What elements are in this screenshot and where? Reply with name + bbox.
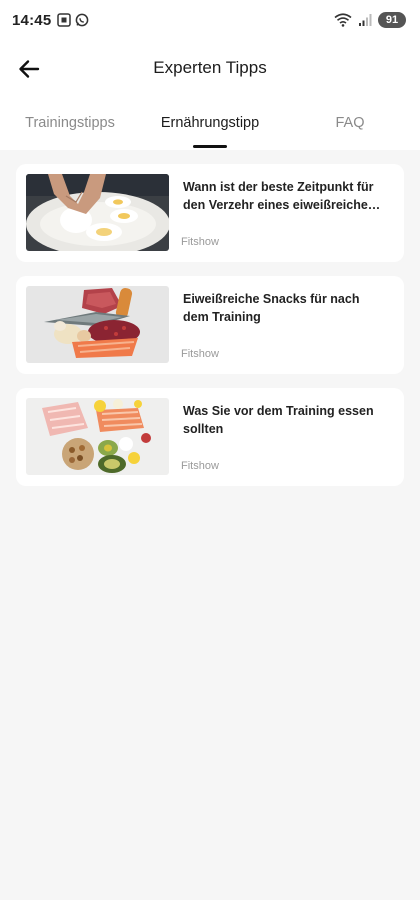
tab-faq[interactable]: FAQ: [280, 96, 420, 150]
wifi-icon: [334, 13, 352, 27]
article-title: Wann ist der beste Zeitpunkt für den Ver…: [183, 180, 381, 212]
status-bar: 14:45 91: [0, 0, 420, 40]
article-content: Eiweißreiche Snacks für nach dem Trainin…: [169, 286, 394, 364]
tab-bar: Trainingstipps Ernährungstipp FAQ: [0, 96, 420, 150]
notification-icons: [57, 13, 89, 27]
page-title: Experten Tipps: [153, 58, 267, 77]
active-tab-indicator: [193, 145, 227, 148]
tab-label: FAQ: [335, 115, 365, 131]
arrow-left-icon: [19, 60, 40, 78]
whatsapp-icon: [76, 13, 89, 27]
battery-indicator: 91: [378, 12, 406, 28]
status-time: 14:45: [12, 11, 52, 29]
article-card[interactable]: Wann ist der beste Zeitpunkt für den Ver…: [16, 164, 404, 262]
article-title: Eiweißreiche Snacks für nach dem Trainin…: [183, 292, 360, 324]
article-list: Wann ist der beste Zeitpunkt für den Ver…: [0, 150, 420, 500]
boiled-eggs-image: [26, 174, 169, 251]
protein-foods-image: [26, 286, 169, 363]
article-source: Fitshow: [181, 236, 219, 248]
screenshot-icon: [57, 13, 72, 27]
article-source: Fitshow: [181, 460, 219, 472]
back-button[interactable]: [14, 54, 44, 84]
article-title: Was Sie vor dem Training essen sollten: [183, 404, 374, 436]
article-content: Wann ist der beste Zeitpunkt für den Ver…: [169, 174, 394, 252]
signal-icon: [359, 14, 372, 26]
tab-ernaehrungstipps[interactable]: Ernährungstipp: [140, 96, 280, 150]
status-left: 14:45: [12, 12, 89, 29]
healthy-food-image: [26, 398, 169, 475]
article-content: Was Sie vor dem Training essen sollten F…: [169, 398, 394, 476]
status-right: 91: [334, 12, 406, 28]
tab-label: Ernährungstipp: [160, 115, 260, 131]
article-source: Fitshow: [181, 348, 219, 360]
tab-label: Trainingstipps: [25, 115, 115, 131]
app-bar: Experten Tipps: [0, 40, 420, 96]
article-card[interactable]: Was Sie vor dem Training essen sollten F…: [16, 388, 404, 486]
tab-trainingstipps[interactable]: Trainingstipps: [0, 96, 140, 150]
article-card[interactable]: Eiweißreiche Snacks für nach dem Trainin…: [16, 276, 404, 374]
